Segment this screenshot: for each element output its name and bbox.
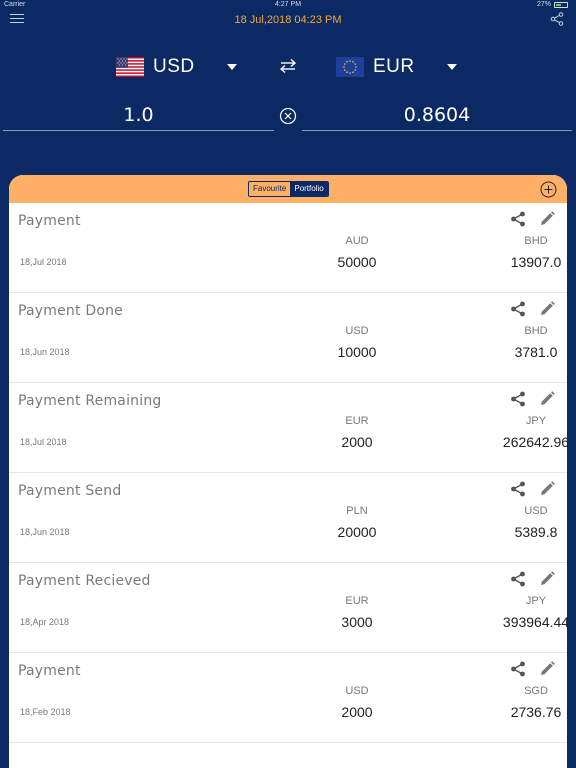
from-currency-label: EUR xyxy=(345,595,369,607)
to-currency-label: JPY xyxy=(525,595,547,607)
transaction-title: Payment xyxy=(18,663,81,679)
swap-icon[interactable] xyxy=(278,58,298,74)
pencil-icon[interactable] xyxy=(539,211,555,227)
transaction-date: 18,Feb 2018 xyxy=(20,707,71,717)
portfolio-panel: Favourite Portfolio Payment 18,Jul 2018 … xyxy=(9,175,567,768)
caret-down-icon xyxy=(447,64,457,70)
from-currency-select[interactable]: USD xyxy=(116,50,237,84)
transaction-date: 18,Jun 2018 xyxy=(20,527,70,537)
transaction-title: Payment Done xyxy=(18,303,123,319)
from-amount-value: 20000 xyxy=(337,524,377,540)
battery-icon xyxy=(554,1,568,8)
battery-percent: 27% xyxy=(536,1,551,8)
pencil-icon[interactable] xyxy=(539,391,555,407)
list-item[interactable]: Payment Done 18,Jun 2018 USD 10000 BHD 3… xyxy=(9,293,567,383)
to-currency-label: SGD xyxy=(524,685,548,697)
us-flag-icon xyxy=(116,57,144,77)
tab-portfolio[interactable]: Portfolio xyxy=(290,182,328,196)
transaction-title: Payment Recieved xyxy=(18,573,151,589)
panel-header: Favourite Portfolio xyxy=(9,175,567,203)
from-amount-input[interactable]: 1.0 xyxy=(3,100,274,131)
from-amount-value: 2000 xyxy=(341,434,373,450)
pencil-icon[interactable] xyxy=(539,661,555,677)
share-icon[interactable] xyxy=(510,661,526,677)
list-item[interactable]: Payment Recieved 18,Apr 2018 EUR 3000 JP… xyxy=(9,563,567,653)
from-amount-value: 50000 xyxy=(337,254,377,270)
pencil-icon[interactable] xyxy=(539,571,555,587)
from-amount-value: 2000 xyxy=(341,704,373,720)
caret-down-icon xyxy=(227,64,237,70)
from-currency-label: EUR xyxy=(345,415,369,427)
currency-selector-row: USD EUR xyxy=(0,50,576,84)
share-icon[interactable] xyxy=(510,481,526,497)
transaction-date: 18,Apr 2018 xyxy=(20,617,70,627)
list-item[interactable]: Payment 18,Feb 2018 USD 2000 SGD 2736.76 xyxy=(9,653,567,743)
transaction-list: Payment 18,Jul 2018 AUD 50000 BHD 13907.… xyxy=(9,203,567,743)
transaction-title: Payment xyxy=(18,213,81,229)
to-currency-code: EUR xyxy=(373,56,415,77)
to-amount-value: 262642.96 xyxy=(502,434,567,450)
to-amount-value: 13907.0 xyxy=(510,254,562,270)
transaction-date: 18,Jul 2018 xyxy=(20,257,67,267)
amount-row: 1.0 0.8604 xyxy=(0,100,576,134)
header-datetime: 18 Jul,2018 04:23 PM xyxy=(234,14,342,26)
transaction-date: 18,Jun 2018 xyxy=(20,347,70,357)
to-amount-value: 393964.44 xyxy=(502,614,567,630)
tab-favourite[interactable]: Favourite xyxy=(249,182,291,196)
share-icon[interactable] xyxy=(510,301,526,317)
share-icon[interactable] xyxy=(550,12,564,26)
to-currency-label: BHD xyxy=(524,325,548,337)
to-currency-label: JPY xyxy=(525,415,547,427)
from-currency-label: PLN xyxy=(346,505,368,517)
add-circle-icon[interactable] xyxy=(540,181,557,198)
to-amount-output[interactable]: 0.8604 xyxy=(302,100,572,131)
from-currency-label: USD xyxy=(345,685,369,697)
to-amount-value: 3781.0 xyxy=(514,344,558,360)
share-icon[interactable] xyxy=(510,211,526,227)
to-currency-label: USD xyxy=(524,505,548,517)
pencil-icon[interactable] xyxy=(539,301,555,317)
status-time: 4:27 PM xyxy=(274,1,302,8)
to-amount-value: 2736.76 xyxy=(510,704,562,720)
segmented-control: Favourite Portfolio xyxy=(248,181,329,197)
from-currency-label: USD xyxy=(345,325,369,337)
share-icon[interactable] xyxy=(510,571,526,587)
pencil-icon[interactable] xyxy=(539,481,555,497)
from-currency-label: AUD xyxy=(345,235,369,247)
status-bar: Carrier 4:27 PM 27% xyxy=(0,0,576,10)
list-item[interactable]: Payment Remaining 18,Jul 2018 EUR 2000 J… xyxy=(9,383,567,473)
transaction-title: Payment Send xyxy=(18,483,122,499)
eu-flag-icon xyxy=(336,57,364,77)
from-currency-code: USD xyxy=(153,56,195,77)
transaction-date: 18,Jul 2018 xyxy=(20,437,67,447)
transaction-title: Payment Remaining xyxy=(18,393,162,409)
battery-status: 27% xyxy=(537,1,568,8)
to-amount-value: 5389.8 xyxy=(514,524,558,540)
clear-circle-icon[interactable] xyxy=(279,107,297,125)
to-currency-select[interactable]: EUR xyxy=(336,50,457,84)
top-bar: 18 Jul,2018 04:23 PM xyxy=(0,10,576,34)
list-item[interactable]: Payment Send 18,Jun 2018 PLN 20000 USD 5… xyxy=(9,473,567,563)
from-amount-value: 10000 xyxy=(337,344,377,360)
to-currency-label: BHD xyxy=(524,235,548,247)
list-item[interactable]: Payment 18,Jul 2018 AUD 50000 BHD 13907.… xyxy=(9,203,567,293)
share-icon[interactable] xyxy=(510,391,526,407)
from-amount-value: 3000 xyxy=(341,614,373,630)
